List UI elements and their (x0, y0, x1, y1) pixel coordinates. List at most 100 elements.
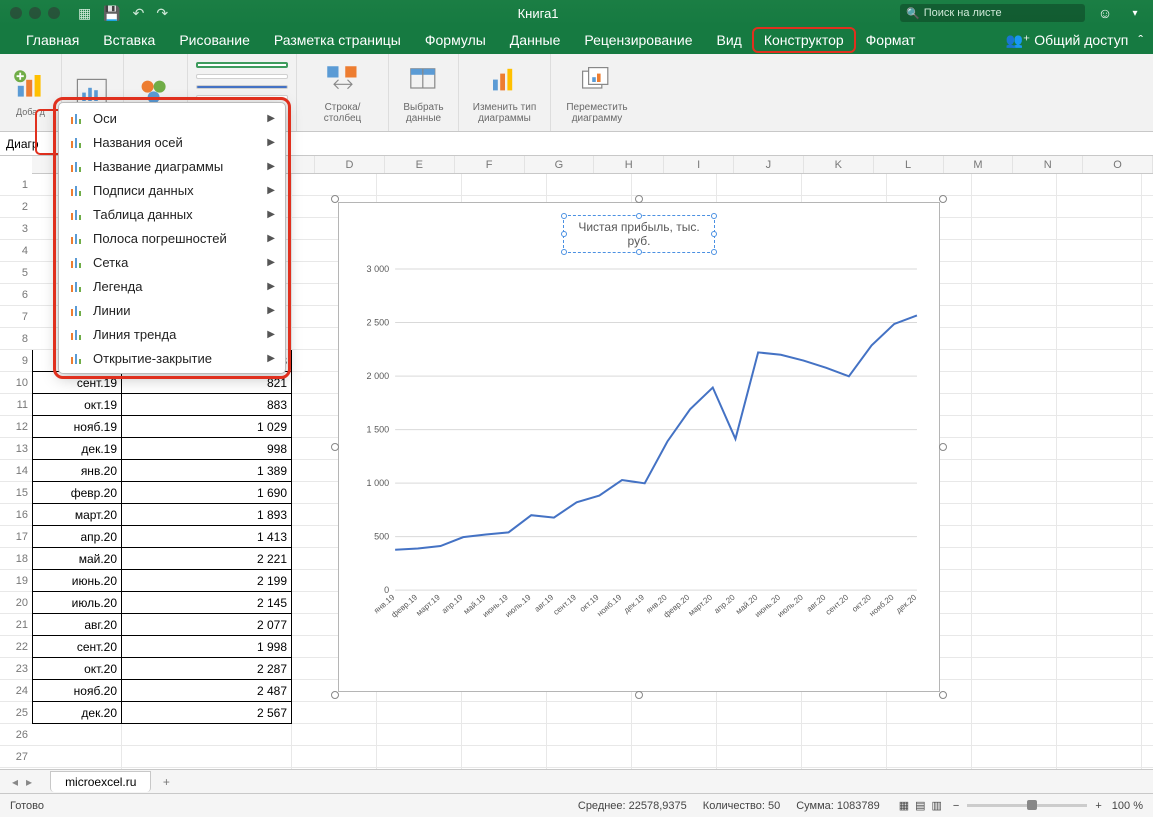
cell[interactable] (972, 196, 1057, 218)
cell[interactable] (632, 702, 717, 724)
row-header[interactable]: 27 (0, 746, 32, 768)
menu-item-gridlines[interactable]: Сетка▶ (59, 250, 285, 274)
cell[interactable] (1057, 592, 1142, 614)
cell[interactable]: нояб.20 (32, 680, 122, 702)
cell[interactable] (1142, 592, 1153, 614)
menu-item-chart-title[interactable]: Название диаграммы▶ (59, 154, 285, 178)
cell[interactable]: 2 487 (122, 680, 292, 702)
share-button[interactable]: 👥⁺ Общий доступ (1005, 32, 1128, 49)
cell[interactable] (972, 504, 1057, 526)
cell[interactable] (292, 746, 377, 768)
row-header[interactable]: 7 (0, 306, 32, 328)
cell[interactable] (1142, 636, 1153, 658)
cell[interactable] (632, 174, 717, 196)
tab-review[interactable]: Рецензирование (572, 28, 704, 52)
move-chart-button[interactable] (579, 62, 615, 98)
col-header[interactable]: F (455, 156, 525, 173)
tab-format[interactable]: Формат (854, 28, 928, 52)
cell[interactable]: 1 690 (122, 482, 292, 504)
user-account-icon[interactable]: ☺ (1093, 4, 1117, 22)
menu-item-lines[interactable]: Линии▶ (59, 298, 285, 322)
cell[interactable]: окт.20 (32, 658, 122, 680)
row-header[interactable]: 11 (0, 394, 32, 416)
cell[interactable] (972, 746, 1057, 768)
cell[interactable] (972, 570, 1057, 592)
cell[interactable]: дек.19 (32, 438, 122, 460)
col-header[interactable]: J (734, 156, 804, 173)
cell[interactable] (972, 174, 1057, 196)
cell[interactable] (1057, 702, 1142, 724)
menu-item-trendline[interactable]: Линия тренда▶ (59, 322, 285, 346)
cell[interactable]: дек.20 (32, 702, 122, 724)
tab-draw[interactable]: Рисование (167, 28, 262, 52)
add-chart-element-button[interactable] (13, 67, 49, 103)
cell[interactable] (972, 636, 1057, 658)
col-header[interactable]: L (874, 156, 944, 173)
col-header[interactable]: G (525, 156, 595, 173)
chart-style-4[interactable] (196, 95, 288, 100)
col-header[interactable]: I (664, 156, 734, 173)
cell[interactable] (1057, 394, 1142, 416)
cell[interactable] (1057, 328, 1142, 350)
cell[interactable] (377, 746, 462, 768)
zoom-in-icon[interactable]: + (1095, 800, 1101, 812)
cell[interactable] (377, 702, 462, 724)
row-header[interactable]: 20 (0, 592, 32, 614)
cell[interactable] (972, 548, 1057, 570)
cell[interactable] (292, 724, 377, 746)
col-header[interactable]: E (385, 156, 455, 173)
cell[interactable] (1057, 196, 1142, 218)
row-header[interactable]: 3 (0, 218, 32, 240)
cell[interactable]: 2 221 (122, 548, 292, 570)
chart-style-1[interactable]: Чистая прибыль,тыс. руб. (196, 62, 288, 68)
row-header[interactable]: 4 (0, 240, 32, 262)
cell[interactable]: янв.20 (32, 460, 122, 482)
row-header[interactable]: 24 (0, 680, 32, 702)
cell[interactable] (1142, 350, 1153, 372)
cell[interactable] (972, 658, 1057, 680)
cell[interactable] (1057, 526, 1142, 548)
cell[interactable] (1142, 548, 1153, 570)
cell[interactable] (1057, 284, 1142, 306)
cell[interactable] (1142, 658, 1153, 680)
cell[interactable] (462, 174, 547, 196)
col-header[interactable]: H (594, 156, 664, 173)
cell[interactable] (802, 746, 887, 768)
cell[interactable] (547, 746, 632, 768)
cell[interactable] (1057, 746, 1142, 768)
cell[interactable] (972, 394, 1057, 416)
view-page-icon[interactable]: ▤ (915, 799, 925, 812)
cell[interactable] (32, 724, 122, 746)
menu-item-axes[interactable]: Оси▶ (59, 106, 285, 130)
cell[interactable] (1142, 460, 1153, 482)
cell[interactable] (1057, 482, 1142, 504)
cell[interactable] (972, 218, 1057, 240)
cell[interactable] (122, 746, 292, 768)
cell[interactable]: 998 (122, 438, 292, 460)
cell[interactable] (972, 262, 1057, 284)
row-header[interactable]: 17 (0, 526, 32, 548)
cell[interactable]: 1 893 (122, 504, 292, 526)
cell[interactable] (122, 724, 292, 746)
cell[interactable]: 1 389 (122, 460, 292, 482)
cell[interactable] (887, 724, 972, 746)
cell[interactable]: авг.20 (32, 614, 122, 636)
cell[interactable] (462, 724, 547, 746)
cell[interactable]: окт.19 (32, 394, 122, 416)
cell[interactable] (1142, 746, 1153, 768)
cell[interactable]: февр.20 (32, 482, 122, 504)
cell[interactable] (1057, 504, 1142, 526)
minimize-icon[interactable] (29, 7, 41, 19)
cell[interactable] (1057, 460, 1142, 482)
save-icon[interactable]: ▦ (78, 5, 91, 22)
col-header[interactable]: N (1013, 156, 1083, 173)
cell[interactable] (1057, 548, 1142, 570)
cell[interactable] (972, 702, 1057, 724)
menu-item-axis-titles[interactable]: Названия осей▶ (59, 130, 285, 154)
row-header[interactable]: 16 (0, 504, 32, 526)
sheet-tab[interactable]: microexcel.ru (50, 771, 151, 792)
row-header[interactable]: 15 (0, 482, 32, 504)
cell[interactable] (1142, 218, 1153, 240)
tab-formulas[interactable]: Формулы (413, 28, 498, 52)
cell[interactable] (1057, 636, 1142, 658)
